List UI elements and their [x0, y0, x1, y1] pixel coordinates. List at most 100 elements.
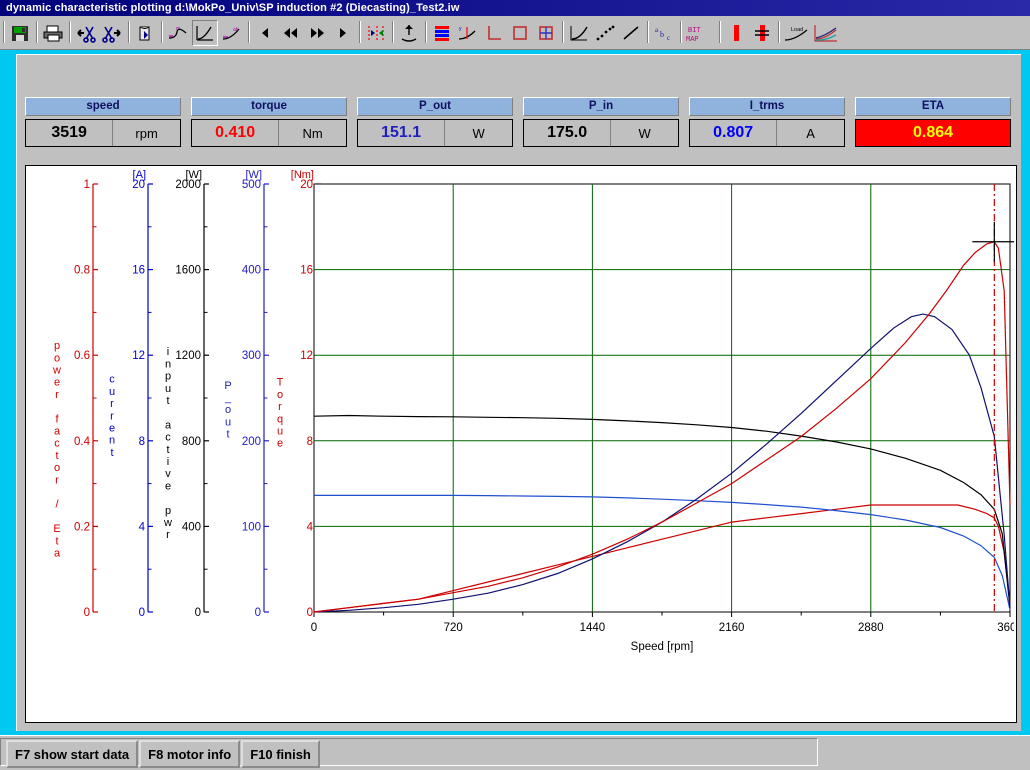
marker-left-icon[interactable]	[364, 20, 388, 45]
svg-text:1200: 1200	[175, 350, 201, 362]
svg-text:o: o	[225, 404, 231, 416]
svg-text:BIT: BIT	[688, 27, 701, 35]
readout-i-trms-body: 0.807 A	[689, 119, 845, 147]
f10-finish-button[interactable]: F10 finish	[241, 740, 320, 768]
svg-text:u: u	[225, 416, 231, 428]
rewind-icon[interactable]	[279, 20, 303, 45]
grid-icon[interactable]	[534, 20, 558, 45]
dotted-curve-icon[interactable]	[593, 20, 617, 45]
svg-text:r: r	[110, 398, 114, 410]
toolbar-separator	[422, 21, 429, 45]
readout-p-in: P_in 175.0 W	[523, 97, 679, 152]
svg-text:T: T	[277, 377, 284, 389]
svg-text:Speed [rpm]: Speed [rpm]	[631, 641, 694, 653]
multi-curve-icon[interactable]	[813, 20, 839, 45]
svg-text:t: t	[166, 395, 169, 407]
svg-text:n: n	[109, 435, 115, 447]
bitmap-icon[interactable]: BIT MAP	[685, 20, 715, 45]
curve-frame-icon[interactable]	[192, 19, 218, 46]
f8-motor-info-button[interactable]: F8 motor info	[139, 740, 241, 768]
svg-text:0: 0	[84, 607, 90, 619]
cut-left-icon[interactable]	[74, 20, 98, 45]
readout-eta-value: 0.864	[912, 124, 954, 141]
svg-text:8: 8	[139, 436, 145, 448]
svg-text:u: u	[277, 426, 283, 438]
step-back-icon[interactable]	[253, 20, 277, 45]
readout-i-trms-label: I_trms	[689, 97, 845, 116]
svg-text:c: c	[54, 438, 60, 450]
client-area: speed 3519 rpm torque 0.410 Nm P_out 151…	[0, 50, 1030, 735]
svg-text:a: a	[54, 426, 61, 438]
svg-text:q: q	[277, 413, 283, 425]
svg-text:e: e	[277, 438, 283, 450]
readout-p-out: P_out 151.1 W	[357, 97, 513, 152]
svg-text:t: t	[55, 535, 58, 547]
print-icon[interactable]	[41, 20, 65, 45]
cut-right-icon[interactable]	[100, 20, 124, 45]
svg-text:800: 800	[182, 436, 201, 448]
svg-text:400: 400	[242, 265, 261, 277]
svg-text:8: 8	[307, 436, 313, 448]
svg-text:100: 100	[242, 521, 261, 533]
chart-area[interactable]: 0 0.2 0.4 0.6 0.8 1 p o w e r f a c t o r / Et a [A] 0 4 8 12 16 2…	[25, 165, 1017, 723]
anchor-icon[interactable]	[397, 20, 421, 45]
toolbar-separator	[33, 21, 40, 45]
readout-speed-body: 3519 rpm	[25, 119, 181, 147]
readout-p-in-label: P_in	[523, 97, 679, 116]
svg-text:n: n	[165, 358, 171, 370]
frame-icon[interactable]	[508, 20, 532, 45]
readout-eta-label: ETA	[855, 97, 1011, 116]
svg-text:P: P	[224, 380, 231, 392]
svg-text:c: c	[109, 374, 115, 386]
readout-p-out-body: 151.1 W	[357, 119, 513, 147]
measure-curve-icon[interactable]: m	[166, 20, 190, 45]
svg-text:p: p	[165, 505, 171, 517]
svg-text:0: 0	[255, 607, 261, 619]
svg-text:t: t	[226, 429, 229, 441]
svg-text:t: t	[55, 450, 58, 462]
toolbar-separator	[66, 21, 73, 45]
readout-p-out-value: 151.1	[358, 120, 446, 146]
axis-scale-icon[interactable]: y	[456, 20, 480, 45]
svg-text:720: 720	[444, 622, 463, 634]
readout-panel: speed 3519 rpm torque 0.410 Nm P_out 151…	[25, 97, 1015, 152]
save-icon[interactable]	[8, 20, 32, 45]
legend-icon[interactable]	[430, 20, 454, 45]
svg-text:r: r	[55, 389, 59, 401]
step-forward-icon[interactable]	[331, 20, 355, 45]
axis-corner-icon[interactable]	[482, 20, 506, 45]
line-curve-icon[interactable]	[567, 20, 591, 45]
main-toolbar: m ab y a b c BIT MAP Load	[0, 16, 1030, 50]
bar-split-icon[interactable]	[750, 20, 774, 45]
abc-icon[interactable]: abc	[652, 20, 676, 45]
svg-text:e: e	[165, 480, 171, 492]
load-curve-icon[interactable]: Load	[783, 20, 811, 45]
straight-line-icon[interactable]	[619, 20, 643, 45]
svg-text:w: w	[52, 365, 61, 377]
svg-text:u: u	[109, 386, 115, 398]
toolbar-separator	[158, 21, 165, 45]
svg-text:o: o	[54, 462, 60, 474]
f7-show-start-data-button[interactable]: F7 show start data	[6, 740, 139, 768]
bar-red-icon[interactable]	[724, 20, 748, 45]
svg-text:0: 0	[139, 607, 145, 619]
svg-text:16: 16	[300, 265, 313, 277]
svg-text:3600: 3600	[997, 622, 1014, 634]
svg-text:2000: 2000	[175, 179, 201, 191]
svg-text:2880: 2880	[858, 622, 884, 634]
readout-torque-label: torque	[191, 97, 347, 116]
curve-fit-icon[interactable]: ab	[220, 20, 244, 45]
forward-icon[interactable]	[305, 20, 329, 45]
readout-speed-value: 3519	[26, 120, 114, 146]
svg-text:12: 12	[132, 350, 145, 362]
svg-text:Load: Load	[791, 27, 803, 33]
svg-text:c: c	[165, 432, 171, 444]
axis-p_out: [W]0100200300400500P_out	[224, 169, 269, 619]
paste-icon[interactable]	[133, 20, 157, 45]
plot-window: speed 3519 rpm torque 0.410 Nm P_out 151…	[16, 54, 1021, 731]
toolbar-separator	[245, 21, 252, 45]
status-bar: F7 show start data F8 motor info F10 fin…	[0, 735, 1030, 770]
axis-power_factor: 00.20.40.60.81powerfactor/Eta	[52, 179, 98, 619]
characteristic-plot[interactable]: 00.20.40.60.81powerfactor/Eta[A]04812162…	[26, 166, 1014, 720]
readout-speed-unit: rpm	[135, 125, 158, 141]
